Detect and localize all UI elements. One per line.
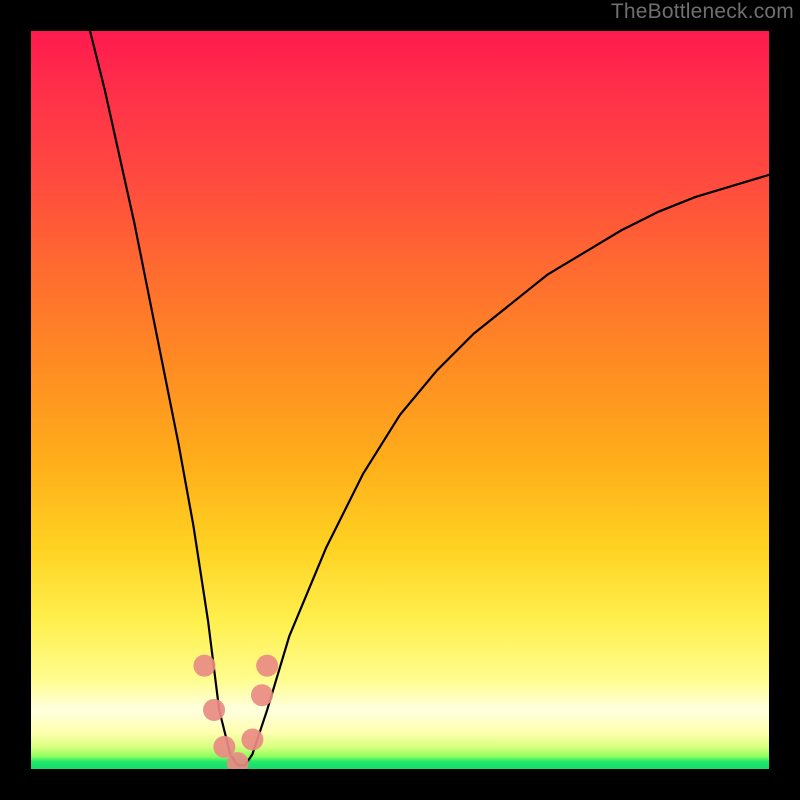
chart-svg (31, 31, 769, 769)
curve-marker (203, 699, 225, 721)
watermark-text: TheBottleneck.com (611, 0, 794, 24)
curve-marker (251, 684, 273, 706)
curve-marker (241, 728, 263, 750)
curve-marker (256, 655, 278, 677)
curve-marker (193, 655, 215, 677)
bottleneck-curve (90, 31, 769, 765)
chart-plot-area (31, 31, 769, 769)
